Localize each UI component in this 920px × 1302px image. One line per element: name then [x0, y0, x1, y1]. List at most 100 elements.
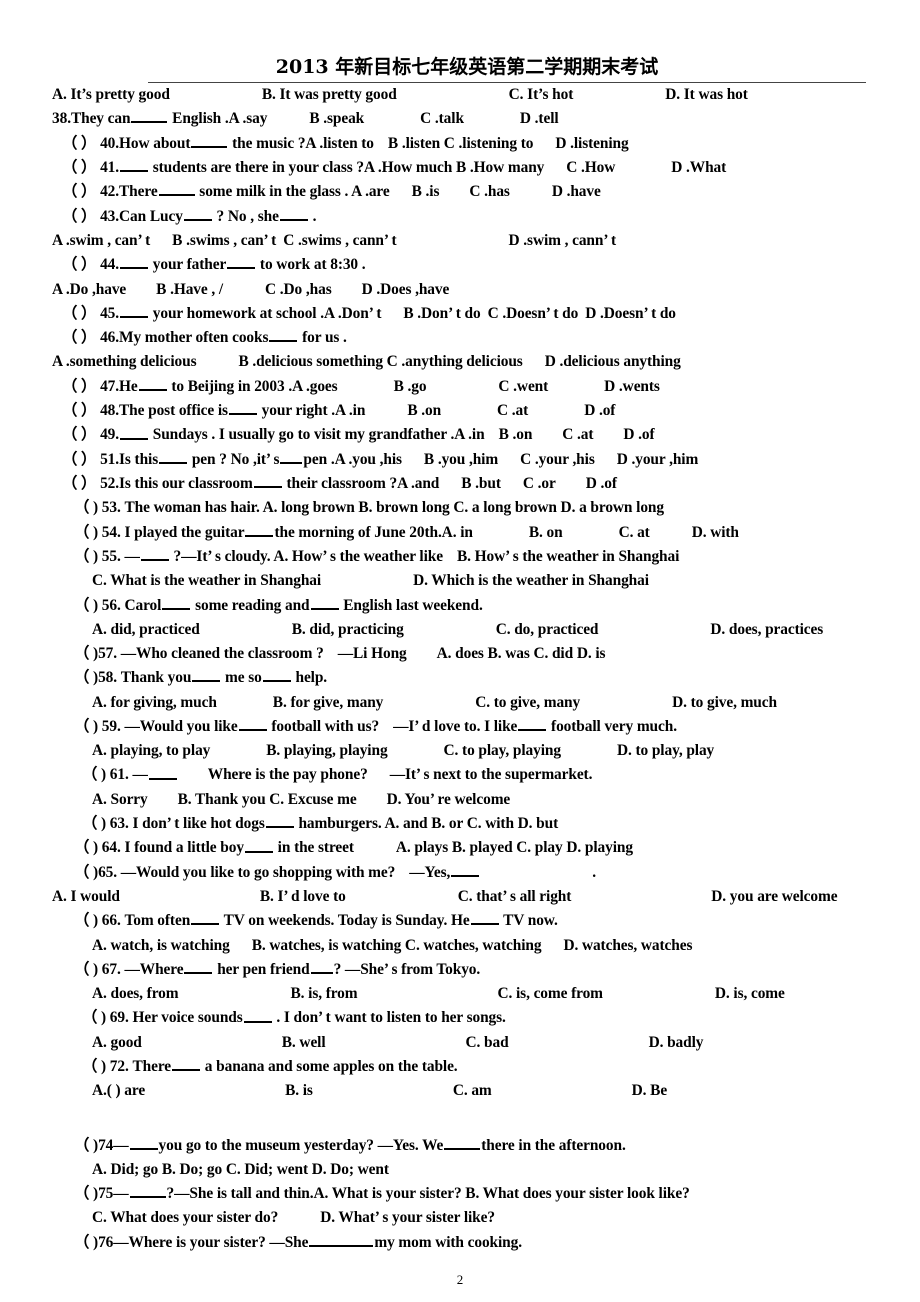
line-text: （ )74— [74, 1136, 129, 1154]
fill-in-blank[interactable] [129, 1182, 166, 1199]
line-text: C. am [452, 1082, 492, 1100]
line-text: A. It’s pretty good [52, 85, 170, 103]
fill-in-blank[interactable] [158, 180, 195, 197]
line-text: B .go [393, 377, 427, 395]
line-text: A. does B. was C. did D. is [436, 645, 606, 663]
fill-in-blank[interactable] [470, 909, 499, 926]
fill-in-blank[interactable] [228, 399, 257, 416]
line-text: D. Which is the weather in Shanghai [413, 572, 649, 590]
question-line: （ ） 43.Can Lucy ? No , she . [52, 205, 882, 229]
fill-in-blank[interactable] [191, 132, 228, 148]
question-line: A. I would B. I’ d love to C. that’ s all … [52, 885, 882, 909]
fill-in-blank[interactable] [279, 205, 308, 221]
question-line: （ )58. Thank you me so help. [52, 666, 882, 690]
fill-in-blank[interactable] [172, 1055, 201, 1072]
line-text: Sundays . I usually go to visit my grand… [149, 426, 485, 444]
line-text: in the street [273, 839, 354, 857]
line-text: A. plays B. played C. play D. playing [395, 839, 633, 857]
fill-in-blank[interactable] [159, 448, 188, 464]
fill-in-blank[interactable] [310, 594, 339, 610]
line-text: A. for giving, much [92, 693, 217, 711]
question-line: （ ） 41. students are there in your class… [52, 156, 882, 180]
fill-in-blank[interactable] [309, 1231, 374, 1247]
fill-in-blank[interactable] [191, 909, 220, 926]
question-line: （ ) 69. Her voice sounds . I don’ t want… [52, 1006, 882, 1030]
fill-in-blank[interactable] [262, 666, 291, 683]
line-text: ?—It’ s cloudy. A. How’ s the weather li… [169, 548, 444, 566]
fill-in-blank[interactable] [444, 1134, 481, 1150]
line-text: （ ） 47.He [62, 377, 138, 395]
line-text: D .of [623, 426, 655, 444]
line-text: （ ) 53. The woman has hair. A. long brow… [74, 499, 664, 517]
fill-in-blank[interactable] [253, 472, 282, 489]
fill-in-blank[interactable] [138, 375, 167, 391]
fill-in-blank[interactable] [269, 326, 298, 343]
line-text: D .delicious anything [544, 353, 681, 371]
line-text: （ ） 40.How about [62, 134, 191, 152]
line-text: B. is [285, 1082, 313, 1100]
line-text: C. to play, playing [443, 742, 562, 760]
fill-in-blank[interactable] [184, 958, 213, 974]
fill-in-blank[interactable] [140, 545, 169, 562]
line-text: C .at [562, 426, 594, 444]
fill-in-blank[interactable] [265, 812, 294, 829]
question-line: A. does, from B. is, from C. is, come from… [52, 982, 882, 1006]
page-content: 2013 年新目标七年级英语第二学期期末考试 A. It’s pretty go… [52, 0, 882, 1255]
fill-in-blank[interactable] [120, 302, 149, 318]
line-text: D .have [551, 183, 601, 201]
fill-in-blank[interactable] [120, 423, 149, 440]
line-text: —Li Hong [337, 645, 407, 663]
fill-in-blank[interactable] [238, 715, 267, 732]
line-text: B. playing, playing [266, 742, 388, 760]
line-text: your father [149, 256, 227, 274]
line-text: （ ) 61. — [82, 766, 148, 784]
line-text: C .went [498, 377, 549, 395]
line-text: B .on [498, 426, 533, 444]
line-text: C. at [618, 523, 650, 541]
question-line: （ )76—Where is your sister? —She my mom w… [52, 1231, 882, 1255]
line-text: （ ） 41. [62, 159, 120, 177]
line-text: （ ) 55. — [74, 548, 140, 566]
line-text: you go to the museum yesterday? —Yes. We [158, 1136, 444, 1154]
line-text: D. You’ re welcome [386, 790, 511, 808]
fill-in-blank[interactable] [192, 666, 221, 683]
line-text: D. Be [631, 1082, 668, 1100]
fill-in-blank[interactable] [131, 107, 168, 124]
line-text: C. What does your sister do? [92, 1209, 279, 1227]
line-text: C .Do ,has [265, 280, 332, 298]
line-text: B. It was pretty good [261, 85, 397, 103]
line-text: pen ? No ,it’ s [188, 450, 280, 468]
line-text: D. with [691, 523, 739, 541]
line-text: the music ?A .listen to [228, 134, 374, 152]
line-text: B. did, practicing [291, 620, 404, 638]
question-line: （ ） 48.The post office is your right .A … [52, 399, 882, 423]
fill-in-blank[interactable] [120, 253, 149, 270]
line-text: A. Did; go B. Do; go C. Did; went D. Do;… [92, 1160, 389, 1178]
fill-in-blank[interactable] [148, 763, 177, 780]
line-text: hamburgers. A. and B. or C. with D. but [294, 815, 559, 833]
line-text: B. for give, many [272, 693, 384, 711]
line-text: TV now. [499, 912, 558, 930]
line-text: C .your ,his [520, 450, 595, 468]
line-text: B. well [281, 1033, 326, 1051]
fill-in-blank[interactable] [120, 156, 149, 173]
question-line: （ ) 64. I found a little boy in the stre… [52, 836, 882, 860]
line-text: —It’ s next to the supermarket. [389, 766, 593, 784]
fill-in-blank[interactable] [227, 253, 256, 270]
fill-in-blank[interactable] [245, 521, 274, 537]
fill-in-blank[interactable] [280, 448, 303, 464]
fill-in-blank[interactable] [310, 958, 333, 974]
fill-in-blank[interactable] [183, 205, 212, 221]
line-text: D .What [671, 159, 727, 177]
line-text: A .Do ,have [52, 280, 127, 298]
line-text: A. did, practiced [92, 620, 200, 638]
fill-in-blank[interactable] [244, 836, 273, 853]
question-line: C. What does your sister do? D. What’ s y… [52, 1206, 882, 1230]
fill-in-blank[interactable] [451, 861, 480, 877]
fill-in-blank[interactable] [518, 715, 547, 732]
fill-in-blank[interactable] [129, 1134, 158, 1150]
fill-in-blank[interactable] [162, 594, 191, 610]
page-number: 2 [456, 1272, 464, 1287]
line-text: English .A .say [168, 110, 268, 128]
fill-in-blank[interactable] [243, 1006, 272, 1023]
